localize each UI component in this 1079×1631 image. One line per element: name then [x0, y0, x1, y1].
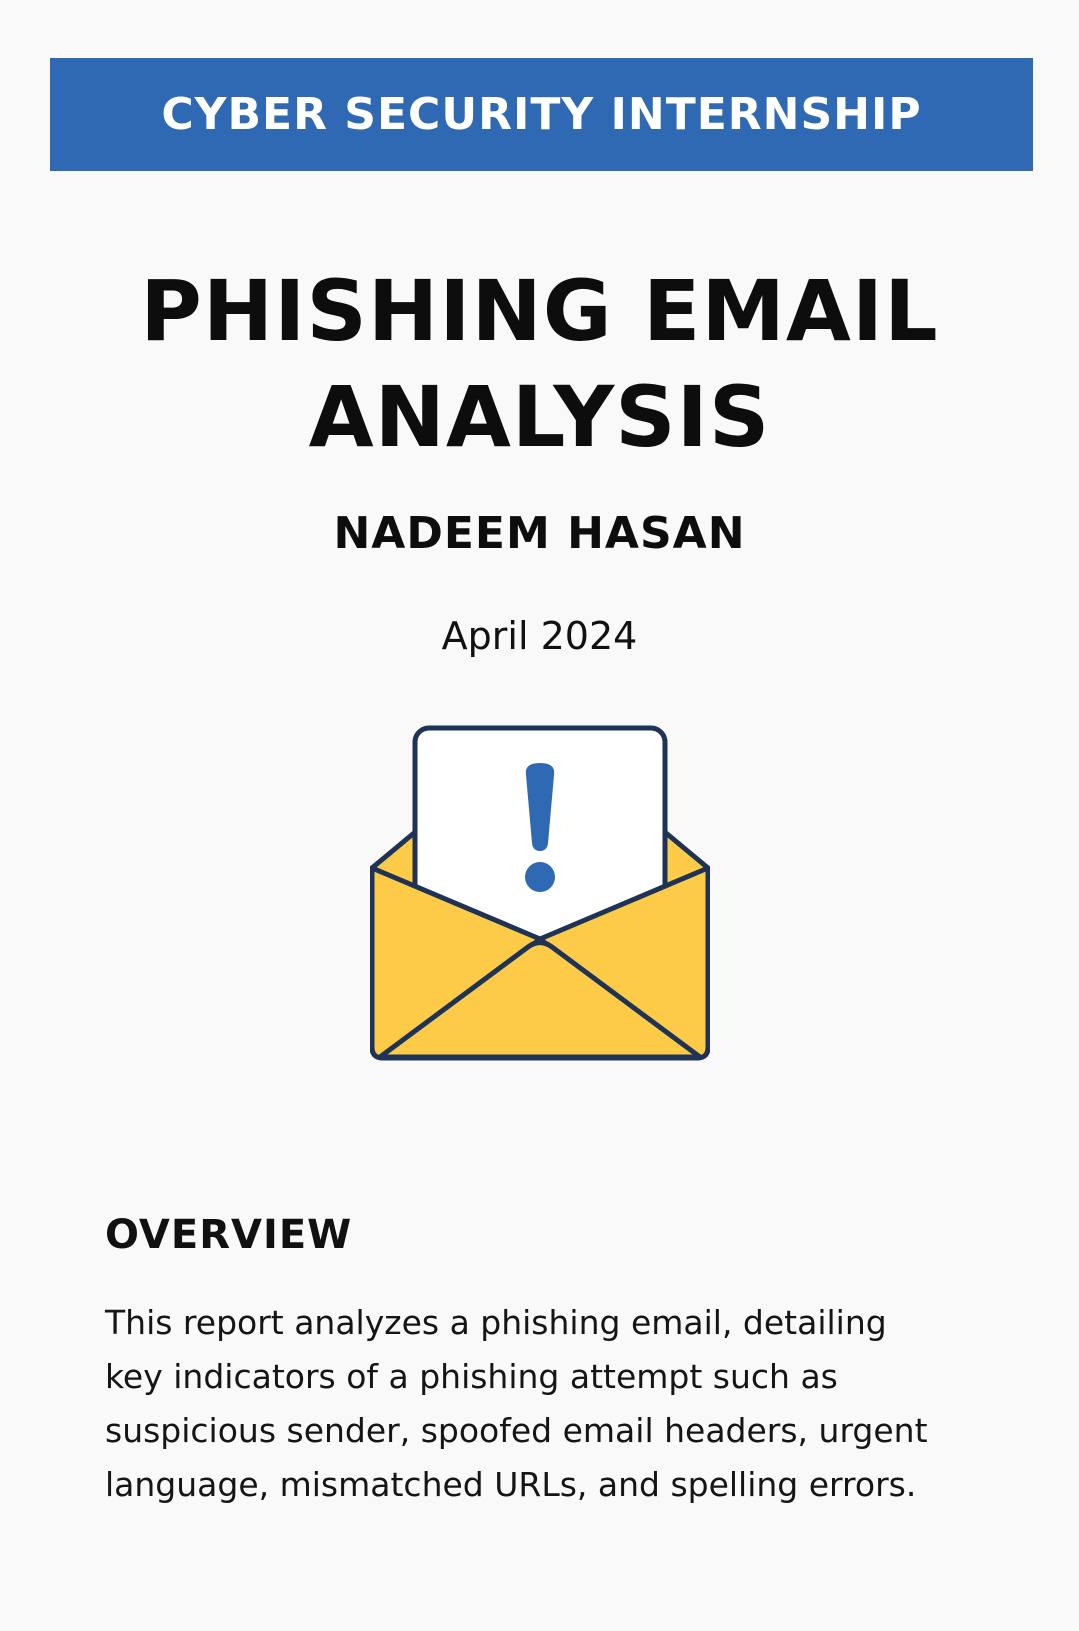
overview-line-2: key indicators of a phishing attempt suc…	[105, 1357, 838, 1396]
report-title-line-2: ANALYSIS	[308, 368, 771, 466]
overview-heading: OVERVIEW	[105, 1212, 353, 1258]
report-title-line-1: PHISHING EMAIL	[140, 262, 939, 360]
header-banner: CYBER SECURITY INTERNSHIP	[50, 58, 1033, 171]
report-title: PHISHING EMAIL ANALYSIS	[0, 258, 1079, 470]
author-name: NADEEM HASAN	[333, 508, 746, 559]
banner-title: CYBER SECURITY INTERNSHIP	[161, 89, 922, 140]
overview-paragraph: This report analyzes a phishing email, d…	[105, 1296, 1005, 1512]
report-date: April 2024	[441, 614, 638, 658]
envelope-warning-icon	[369, 725, 711, 1080]
overview-line-4: language, mismatched URLs, and spelling …	[105, 1465, 917, 1504]
overview-line-3: suspicious sender, spoofed email headers…	[105, 1411, 928, 1450]
overview-line-1: This report analyzes a phishing email, d…	[105, 1303, 887, 1342]
